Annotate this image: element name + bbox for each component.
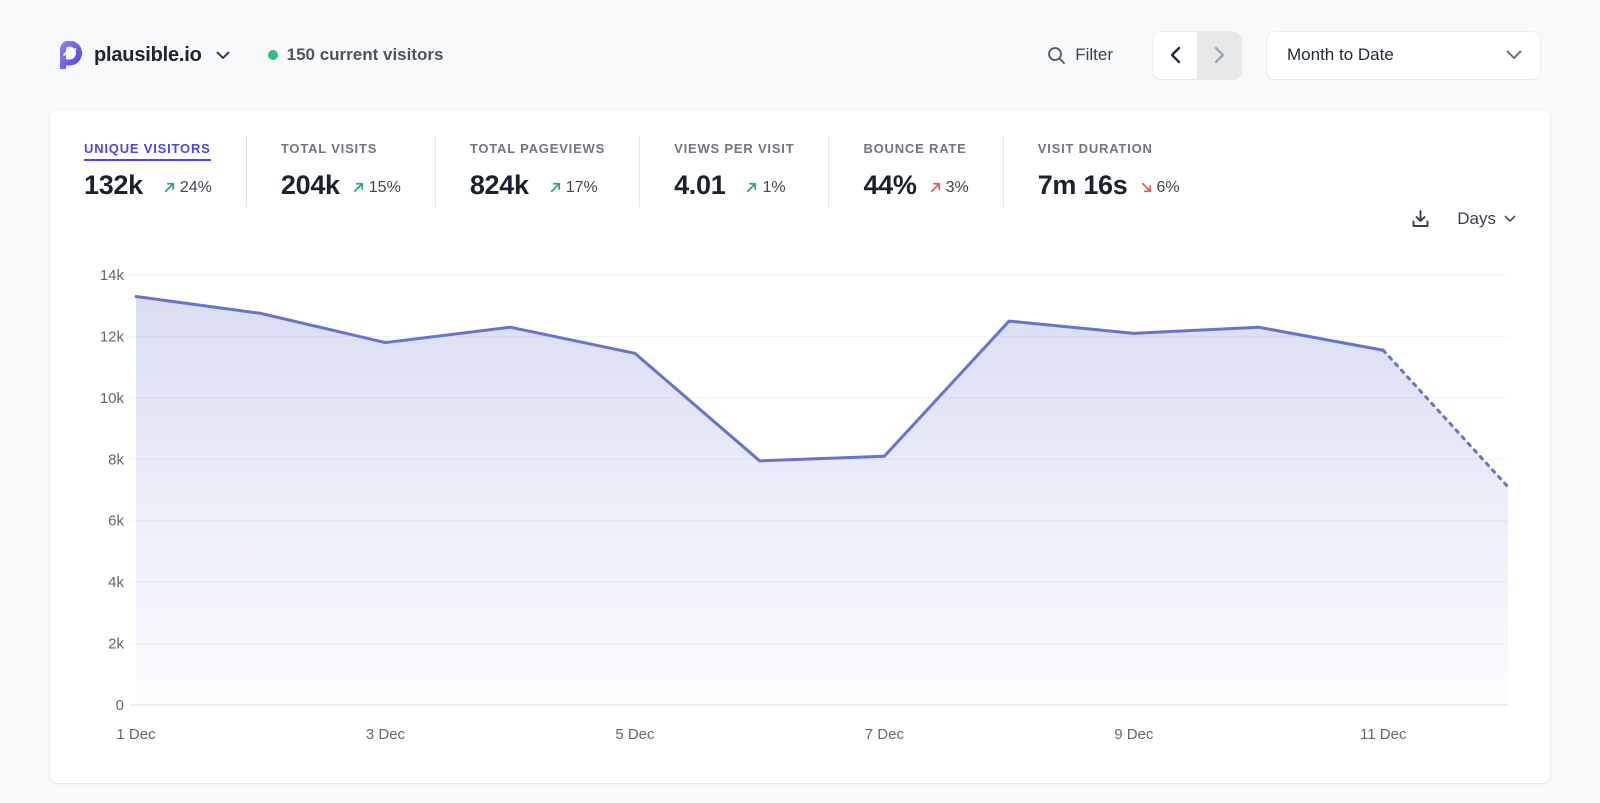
trend-up-icon (745, 181, 758, 194)
topbar: plausible.io 150 current visitors Filter (0, 0, 1600, 110)
y-tick-label: 4k (108, 574, 124, 591)
stat-change: 15% (369, 179, 401, 197)
x-tick-label: 3 Dec (366, 726, 406, 743)
interval-select[interactable]: Days (1457, 209, 1516, 229)
chart-controls: Days (1410, 208, 1516, 229)
x-tick-label: 1 Dec (116, 726, 156, 743)
stat-views-per-visit[interactable]: VIEWS PER VISIT 4.01 1% (639, 136, 828, 207)
chevron-down-icon (216, 51, 230, 60)
filter-label: Filter (1075, 45, 1113, 65)
topbar-right: Filter Month to Date (1037, 32, 1540, 79)
y-tick-label: 6k (108, 513, 124, 530)
trend-up-icon (163, 181, 176, 194)
next-period-button[interactable] (1197, 32, 1241, 79)
stat-value: 4.01 (674, 170, 725, 201)
stat-value: 204k (281, 170, 340, 201)
trend-up-icon (549, 181, 562, 194)
stat-value: 7m 16s (1038, 170, 1128, 201)
stat-value: 44% (863, 170, 916, 201)
stat-label: VISIT DURATION (1038, 141, 1153, 161)
interval-value: Days (1457, 209, 1496, 229)
x-tick-label: 7 Dec (865, 726, 905, 743)
stat-unique-visitors[interactable]: UNIQUE VISITORS 132k 24% (84, 136, 246, 207)
download-button[interactable] (1410, 208, 1431, 229)
plausible-logo-icon (56, 41, 84, 69)
stat-change: 6% (1157, 179, 1180, 197)
live-dot-icon (268, 50, 278, 60)
trend-down-icon (1140, 181, 1153, 194)
y-tick-label: 8k (108, 451, 124, 468)
prev-period-button[interactable] (1153, 32, 1197, 79)
visitors-chart[interactable]: 0 2k 4k 6k 8k 10k 12k 14k 1 Dec 3 Dec 5 Dec 7 Dec 9 … (84, 259, 1516, 759)
chevron-left-icon (1170, 46, 1181, 64)
date-range-select[interactable]: Month to Date (1267, 32, 1540, 79)
stat-change: 1% (762, 179, 785, 197)
stat-label: TOTAL PAGEVIEWS (470, 141, 605, 161)
download-icon (1410, 208, 1431, 229)
chart-area-fill (136, 297, 1508, 706)
date-nav (1153, 32, 1241, 79)
date-range-value: Month to Date (1287, 45, 1394, 65)
chart-canvas[interactable]: 0 2k 4k 6k 8k 10k 12k 14k 1 Dec 3 Dec 5 Dec 7 Dec 9 … (84, 259, 1516, 759)
y-tick-label: 12k (100, 328, 125, 345)
stat-label: TOTAL VISITS (281, 141, 377, 161)
x-tick-label: 5 Dec (615, 726, 655, 743)
x-tick-label: 9 Dec (1114, 726, 1154, 743)
stat-label: VIEWS PER VISIT (674, 141, 794, 161)
stat-change: 17% (566, 179, 598, 197)
current-visitors[interactable]: 150 current visitors (268, 45, 444, 65)
y-tick-label: 0 (116, 697, 124, 714)
trend-up-icon (352, 181, 365, 194)
current-visitors-label: 150 current visitors (287, 45, 444, 65)
stat-visit-duration[interactable]: VISIT DURATION 7m 16s 6% (1003, 136, 1214, 207)
site-switcher[interactable]: plausible.io (56, 41, 230, 69)
stat-total-visits[interactable]: TOTAL VISITS 204k 15% (246, 136, 435, 207)
site-name: plausible.io (94, 44, 202, 67)
filter-button[interactable]: Filter (1037, 37, 1123, 73)
y-tick-label: 14k (100, 267, 125, 284)
chevron-down-icon (1506, 50, 1522, 60)
x-tick-label: 11 Dec (1360, 726, 1407, 743)
trend-up-icon (929, 181, 942, 194)
stat-value: 824k (470, 170, 529, 201)
chevron-down-icon (1504, 215, 1516, 223)
stat-label: UNIQUE VISITORS (84, 141, 211, 161)
stat-label: BOUNCE RATE (863, 141, 966, 161)
y-tick-label: 2k (108, 636, 124, 653)
stats-row: UNIQUE VISITORS 132k 24% TOTAL VISITS 20… (84, 136, 1516, 207)
stat-total-pageviews[interactable]: TOTAL PAGEVIEWS 824k 17% (435, 136, 639, 207)
stat-change: 3% (946, 179, 969, 197)
analytics-card: UNIQUE VISITORS 132k 24% TOTAL VISITS 20… (50, 110, 1550, 783)
search-icon (1047, 46, 1066, 65)
stat-value: 132k (84, 170, 143, 201)
stat-bounce-rate[interactable]: BOUNCE RATE 44% 3% (828, 136, 1002, 207)
stat-change: 24% (180, 179, 212, 197)
chevron-right-icon (1214, 46, 1225, 64)
y-tick-label: 10k (100, 390, 125, 407)
